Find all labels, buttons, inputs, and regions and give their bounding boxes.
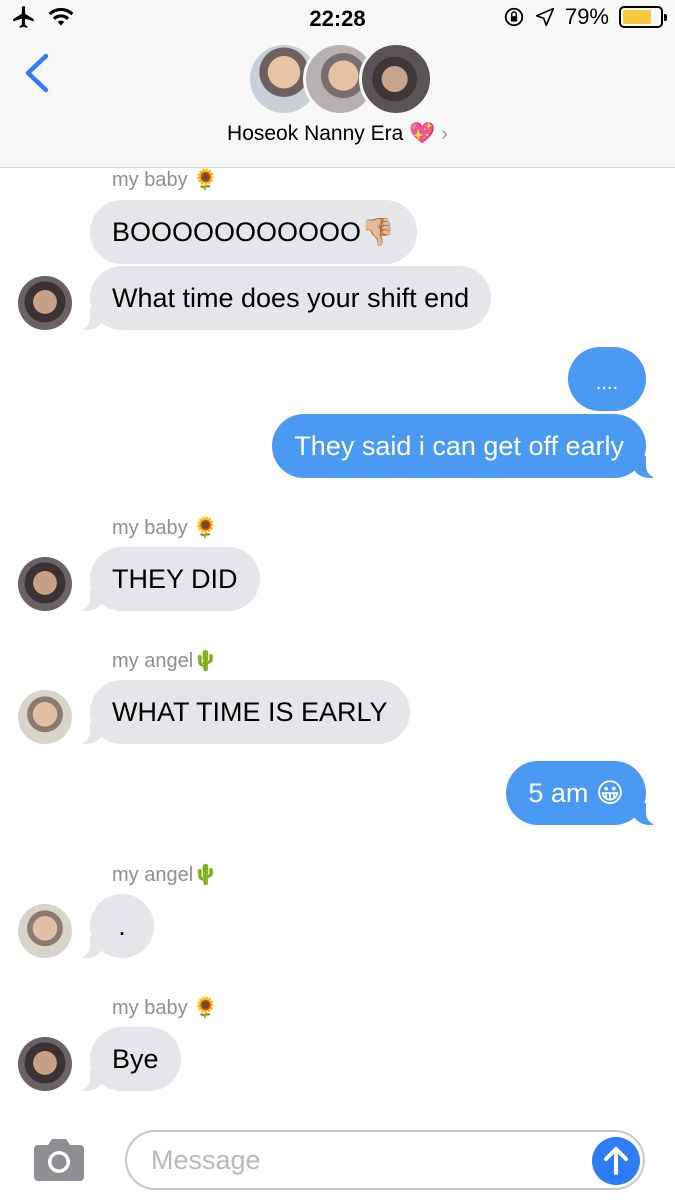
sender-label: my angel🌵 [112, 864, 219, 886]
outgoing-message[interactable]: .... [568, 347, 646, 411]
message-text: WHAT TIME IS EARLY [112, 697, 388, 727]
status-bar: 22:28 79% [0, 0, 675, 38]
incoming-message[interactable]: BOOOOOOOOOOO👎🏼 [90, 200, 417, 264]
message-input[interactable] [125, 1130, 645, 1190]
sender-avatar[interactable] [18, 557, 72, 611]
conversation-title[interactable]: Hoseok Nanny Era 💖 › [0, 122, 675, 146]
message-text: Bye [112, 1044, 159, 1074]
sender-label: my baby 🌻 [112, 169, 219, 191]
sender-label: my baby 🌻 [112, 997, 219, 1019]
outgoing-message[interactable]: They said i can get off early [272, 414, 660, 478]
status-right: 79% [503, 4, 667, 30]
sender-avatar[interactable] [18, 690, 72, 744]
send-button[interactable] [592, 1137, 640, 1185]
message-text: .... [595, 372, 619, 394]
rotation-lock-icon [504, 7, 524, 27]
outgoing-message[interactable]: 5 am 😀 [506, 761, 660, 825]
location-icon [535, 7, 555, 27]
avatar [359, 42, 433, 116]
sender-label: my baby 🌻 [112, 517, 219, 539]
battery-level [623, 10, 652, 24]
message-text: They said i can get off early [294, 431, 624, 461]
incoming-message[interactable]: THEY DID [76, 547, 260, 611]
conversation-header: 22:28 79% Hoseok Nanny Era 💖 › [0, 0, 675, 168]
sender-avatar[interactable] [18, 276, 72, 330]
message-text: 5 am 😀 [528, 778, 624, 808]
message-text: THEY DID [112, 564, 238, 594]
incoming-message[interactable]: What time does your shift end [75, 266, 492, 330]
incoming-message[interactable]: Bye [76, 1027, 181, 1091]
battery-icon [619, 6, 667, 28]
sender-label: my angel🌵 [112, 650, 219, 672]
camera-icon[interactable] [30, 1137, 88, 1183]
group-avatars[interactable] [247, 42, 433, 116]
chevron-right-icon: › [441, 123, 448, 145]
message-text: BOOOOOOOOOOO👎🏼 [112, 217, 395, 247]
send-arrow-icon [604, 1147, 628, 1175]
message-text: . [118, 911, 126, 941]
conversation-name: Hoseok Nanny Era 💖 [227, 122, 436, 145]
incoming-message[interactable]: . [76, 894, 154, 958]
sender-avatar[interactable] [18, 904, 72, 958]
sender-avatar[interactable] [18, 1037, 72, 1091]
back-chevron-icon[interactable] [18, 50, 58, 96]
battery-percent: 79% [564, 4, 609, 29]
incoming-message[interactable]: WHAT TIME IS EARLY [76, 680, 410, 744]
message-text: What time does your shift end [112, 283, 470, 313]
